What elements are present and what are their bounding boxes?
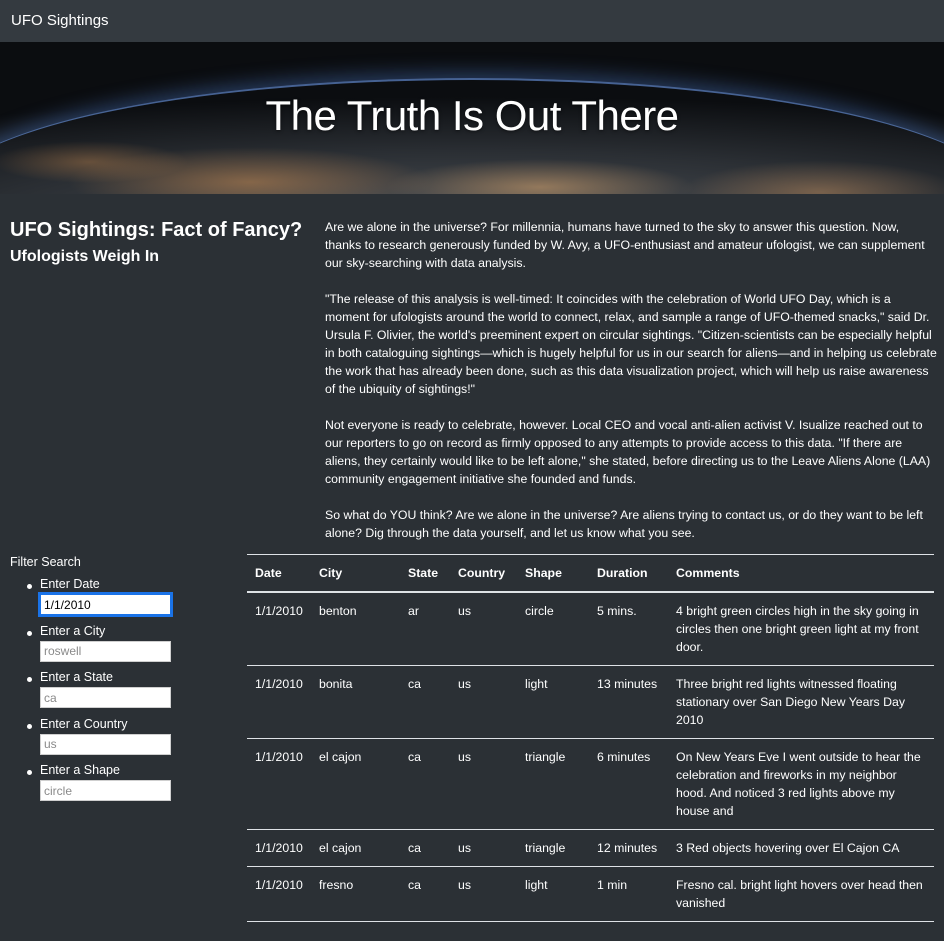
- article-paragraph: So what do YOU think? Are we alone in th…: [325, 508, 923, 540]
- cell-country: us: [450, 738, 517, 830]
- filter-heading: Filter Search: [10, 555, 81, 569]
- navbar-brand[interactable]: UFO Sightings: [11, 12, 109, 29]
- filter-item-country: Enter a Country: [27, 716, 240, 764]
- cell-country: us: [450, 829, 517, 867]
- cell-country: us: [450, 866, 517, 922]
- navbar: UFO Sightings: [0, 0, 944, 42]
- ufo-table: Date City State Country Shape Duration C…: [247, 554, 934, 922]
- cell-date: 1/1/2010: [247, 665, 311, 739]
- country-label: Enter a Country: [40, 716, 128, 731]
- column-header-country: Country: [450, 554, 517, 593]
- cell-date: 1/1/2010: [247, 738, 311, 830]
- filter-item-state: Enter a State: [27, 670, 240, 717]
- date-label: Enter Date: [40, 577, 100, 591]
- table-row: 1/1/2010 fresno ca us light 1 min Fresno…: [247, 866, 934, 922]
- cell-shape: triangle: [517, 829, 589, 867]
- cell-state: ca: [400, 829, 450, 867]
- table-header-row: Date City State Country Shape Duration C…: [247, 554, 934, 593]
- article-paragraph: "The release of this analysis is well-ti…: [325, 292, 937, 396]
- table-row: 1/1/2010 el cajon ca us triangle 6 minut…: [247, 738, 934, 830]
- article-title: UFO Sightings: Fact of Fancy?: [10, 219, 303, 241]
- shape-input[interactable]: [40, 780, 171, 801]
- cell-city: benton: [311, 591, 400, 666]
- cell-duration: 1 min: [589, 866, 668, 922]
- cell-country: us: [450, 665, 517, 739]
- cell-state: ca: [400, 866, 450, 922]
- city-label: Enter a City: [40, 623, 106, 638]
- cell-comments: Fresno cal. bright light hovers over hea…: [668, 866, 934, 922]
- country-input[interactable]: [40, 733, 171, 755]
- filter-item-date: Enter Date: [27, 577, 240, 624]
- article-body: Are we alone in the universe? For millen…: [325, 218, 937, 560]
- column-header-comments: Comments: [668, 554, 934, 593]
- cell-date: 1/1/2010: [247, 591, 311, 666]
- cell-date: 1/1/2010: [247, 866, 311, 922]
- table-row: 1/1/2010 benton ar us circle 5 mins. 4 b…: [247, 591, 934, 666]
- hero-title: The Truth Is Out There: [265, 92, 679, 139]
- cell-shape: light: [517, 866, 589, 922]
- cell-duration: 13 minutes: [589, 665, 668, 739]
- cell-shape: circle: [517, 591, 589, 666]
- filter-panel: Filter Search Enter Date Enter a City En…: [10, 555, 240, 810]
- table-row: 1/1/2010 bonita ca us light 13 minutes T…: [247, 665, 934, 739]
- cell-shape: light: [517, 665, 589, 739]
- column-header-duration: Duration: [589, 554, 668, 593]
- column-header-shape: Shape: [517, 554, 589, 593]
- cell-state: ca: [400, 665, 450, 739]
- column-header-date: Date: [247, 554, 311, 593]
- cell-duration: 5 mins.: [589, 591, 668, 666]
- cell-comments: 3 Red objects hovering over El Cajon CA: [668, 829, 934, 867]
- cell-city: fresno: [311, 866, 400, 922]
- cell-duration: 12 minutes: [589, 829, 668, 867]
- cell-date: 1/1/2010: [247, 829, 311, 867]
- cell-city: el cajon: [311, 829, 400, 867]
- state-label: Enter a State: [40, 670, 113, 684]
- cell-comments: Three bright red lights witnessed floati…: [668, 665, 934, 739]
- cell-duration: 6 minutes: [589, 738, 668, 830]
- cell-country: us: [450, 591, 517, 666]
- cell-comments: On New Years Eve I went outside to hear …: [668, 738, 934, 830]
- ufo-table-container: Date City State Country Shape Duration C…: [247, 554, 934, 922]
- cell-shape: triangle: [517, 738, 589, 830]
- cell-comments: 4 bright green circles high in the sky g…: [668, 591, 934, 666]
- column-header-state: State: [400, 554, 450, 593]
- filter-list: Enter Date Enter a City Enter a State En…: [27, 577, 240, 810]
- table-row: 1/1/2010 el cajon ca us triangle 12 minu…: [247, 829, 934, 867]
- cell-city: el cajon: [311, 738, 400, 830]
- shape-label: Enter a Shape: [40, 763, 120, 777]
- filter-item-shape: Enter a Shape: [27, 763, 240, 810]
- cell-state: ar: [400, 591, 450, 666]
- article-paragraph: Not everyone is ready to celebrate, howe…: [325, 418, 931, 486]
- filter-item-city: Enter a City: [27, 623, 240, 671]
- cell-state: ca: [400, 738, 450, 830]
- city-input[interactable]: [40, 640, 171, 662]
- state-input[interactable]: [40, 687, 171, 708]
- hero-banner: The Truth Is Out There: [0, 42, 944, 194]
- column-header-city: City: [311, 554, 400, 593]
- date-input[interactable]: [38, 592, 173, 617]
- article-paragraph: Are we alone in the universe? For millen…: [325, 220, 925, 270]
- cell-city: bonita: [311, 665, 400, 739]
- article-subtitle: Ufologists Weigh In: [10, 248, 160, 265]
